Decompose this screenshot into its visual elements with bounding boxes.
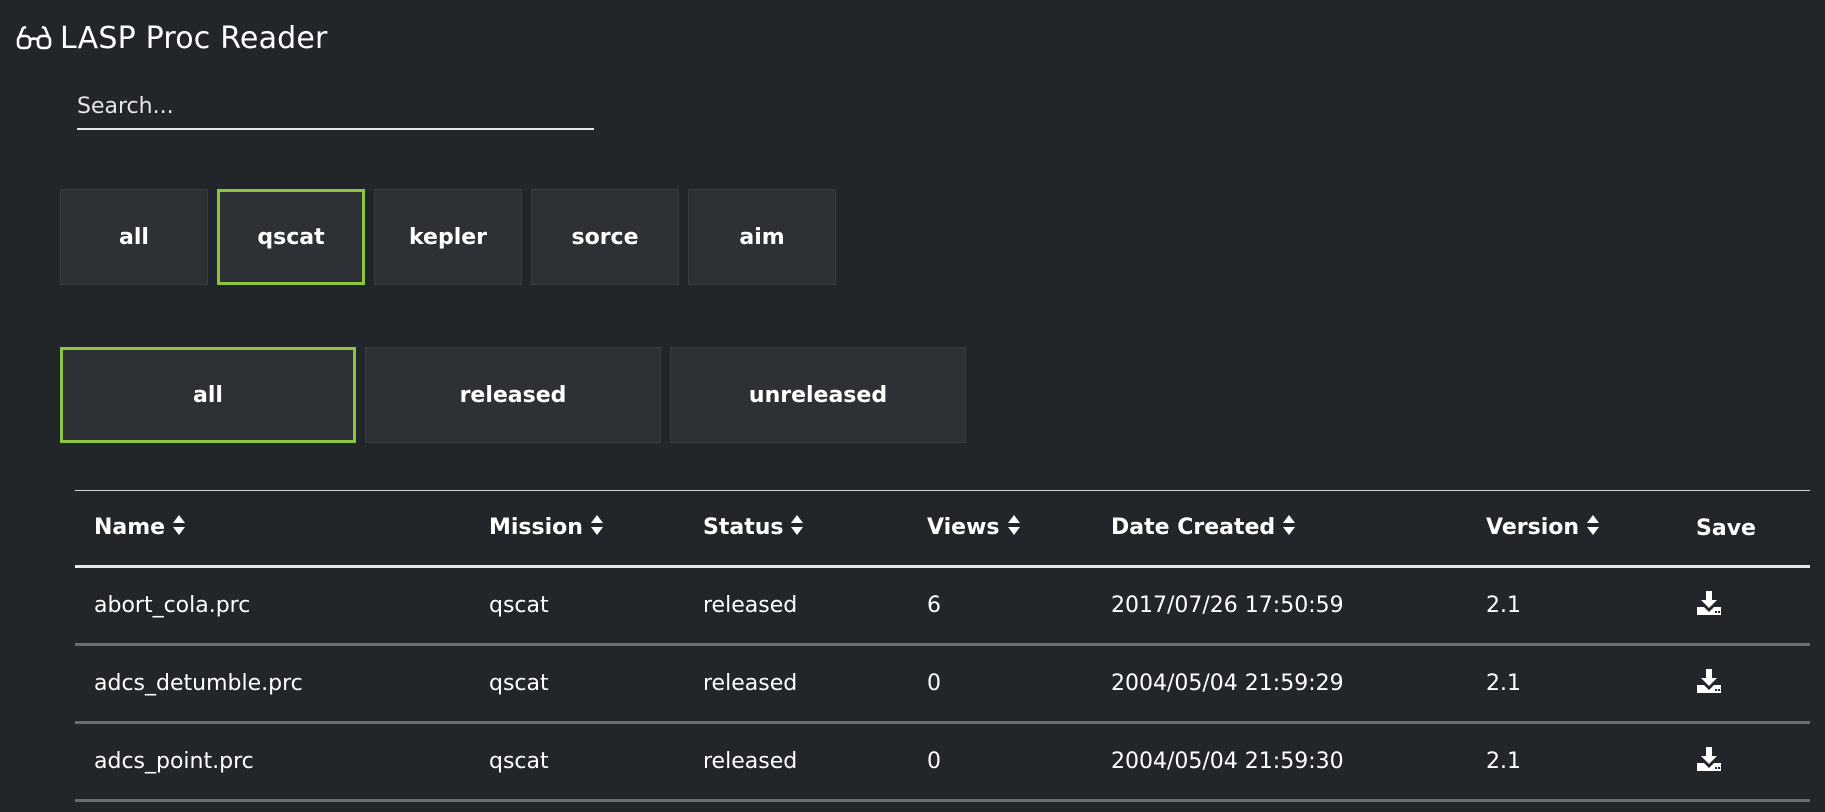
column-header-date-created[interactable]: Date Created [1092,491,1467,568]
cell-save [1677,566,1810,646]
download-icon[interactable] [1696,590,1722,622]
cell-views: 0 [908,644,1092,724]
cell-mission: qscat [470,644,684,724]
column-header-label: Views [927,515,1000,540]
mission-filter-group: all qscat kepler sorce aim [60,189,836,285]
cell-status: released [684,722,908,802]
glasses-icon [16,24,52,52]
table-row[interactable]: abort_cola.prc qscat released 6 2017/07/… [75,566,1810,646]
status-filter-all[interactable]: all [60,347,356,443]
cell-name: abort_cola.prc [75,566,470,646]
cell-version: 2.1 [1467,722,1677,802]
mission-filter-sorce[interactable]: sorce [531,189,679,285]
sort-icon [1586,514,1600,542]
cell-mission: qscat [470,566,684,646]
download-icon[interactable] [1696,746,1722,778]
column-header-mission[interactable]: Mission [470,491,684,568]
mission-filter-qscat[interactable]: qscat [217,189,365,285]
cell-name: adcs_point.prc [75,722,470,802]
mission-filter-kepler[interactable]: kepler [374,189,522,285]
cell-version: 2.1 [1467,566,1677,646]
cell-save [1677,644,1810,724]
sort-icon [172,514,186,542]
column-header-label: Name [94,515,166,540]
status-filter-released[interactable]: released [365,347,661,443]
table-row[interactable]: adcs_point.prc qscat released 0 2004/05/… [75,722,1810,802]
column-header-save: Save [1677,491,1810,568]
mission-filter-aim[interactable]: aim [688,189,836,285]
sort-icon [790,514,804,542]
cell-date-created: 2017/07/26 17:50:59 [1092,566,1467,646]
cell-views: 6 [908,566,1092,646]
procedures-table: Name Mission Status Views Date Created V… [75,490,1810,802]
cell-status: released [684,644,908,724]
cell-views: 0 [908,722,1092,802]
column-header-name[interactable]: Name [75,491,470,568]
sort-icon [590,514,604,542]
column-header-label: Mission [489,515,583,540]
cell-status: released [684,566,908,646]
status-filter-group: all released unreleased [60,347,966,443]
search-field [77,86,594,130]
app-title: LASP Proc Reader [60,20,328,56]
cell-name: adcs_detumble.prc [75,644,470,724]
column-header-views[interactable]: Views [908,491,1092,568]
cell-mission: qscat [470,722,684,802]
column-header-label: Version [1486,515,1580,540]
cell-save [1677,722,1810,802]
column-header-label: Date Created [1111,515,1276,540]
table-row[interactable]: adcs_detumble.prc qscat released 0 2004/… [75,644,1810,724]
status-filter-unreleased[interactable]: unreleased [670,347,966,443]
cell-version: 2.1 [1467,644,1677,724]
app-header: LASP Proc Reader [16,20,328,56]
sort-icon [1007,514,1021,542]
download-icon[interactable] [1696,668,1722,700]
column-header-status[interactable]: Status [684,491,908,568]
mission-filter-all[interactable]: all [60,189,208,285]
sort-icon [1282,514,1296,542]
column-header-version[interactable]: Version [1467,491,1677,568]
search-input[interactable] [77,86,594,126]
cell-date-created: 2004/05/04 21:59:29 [1092,644,1467,724]
column-header-label: Status [703,515,784,540]
cell-date-created: 2004/05/04 21:59:30 [1092,722,1467,802]
table-header-row: Name Mission Status Views Date Created V… [75,491,1810,568]
